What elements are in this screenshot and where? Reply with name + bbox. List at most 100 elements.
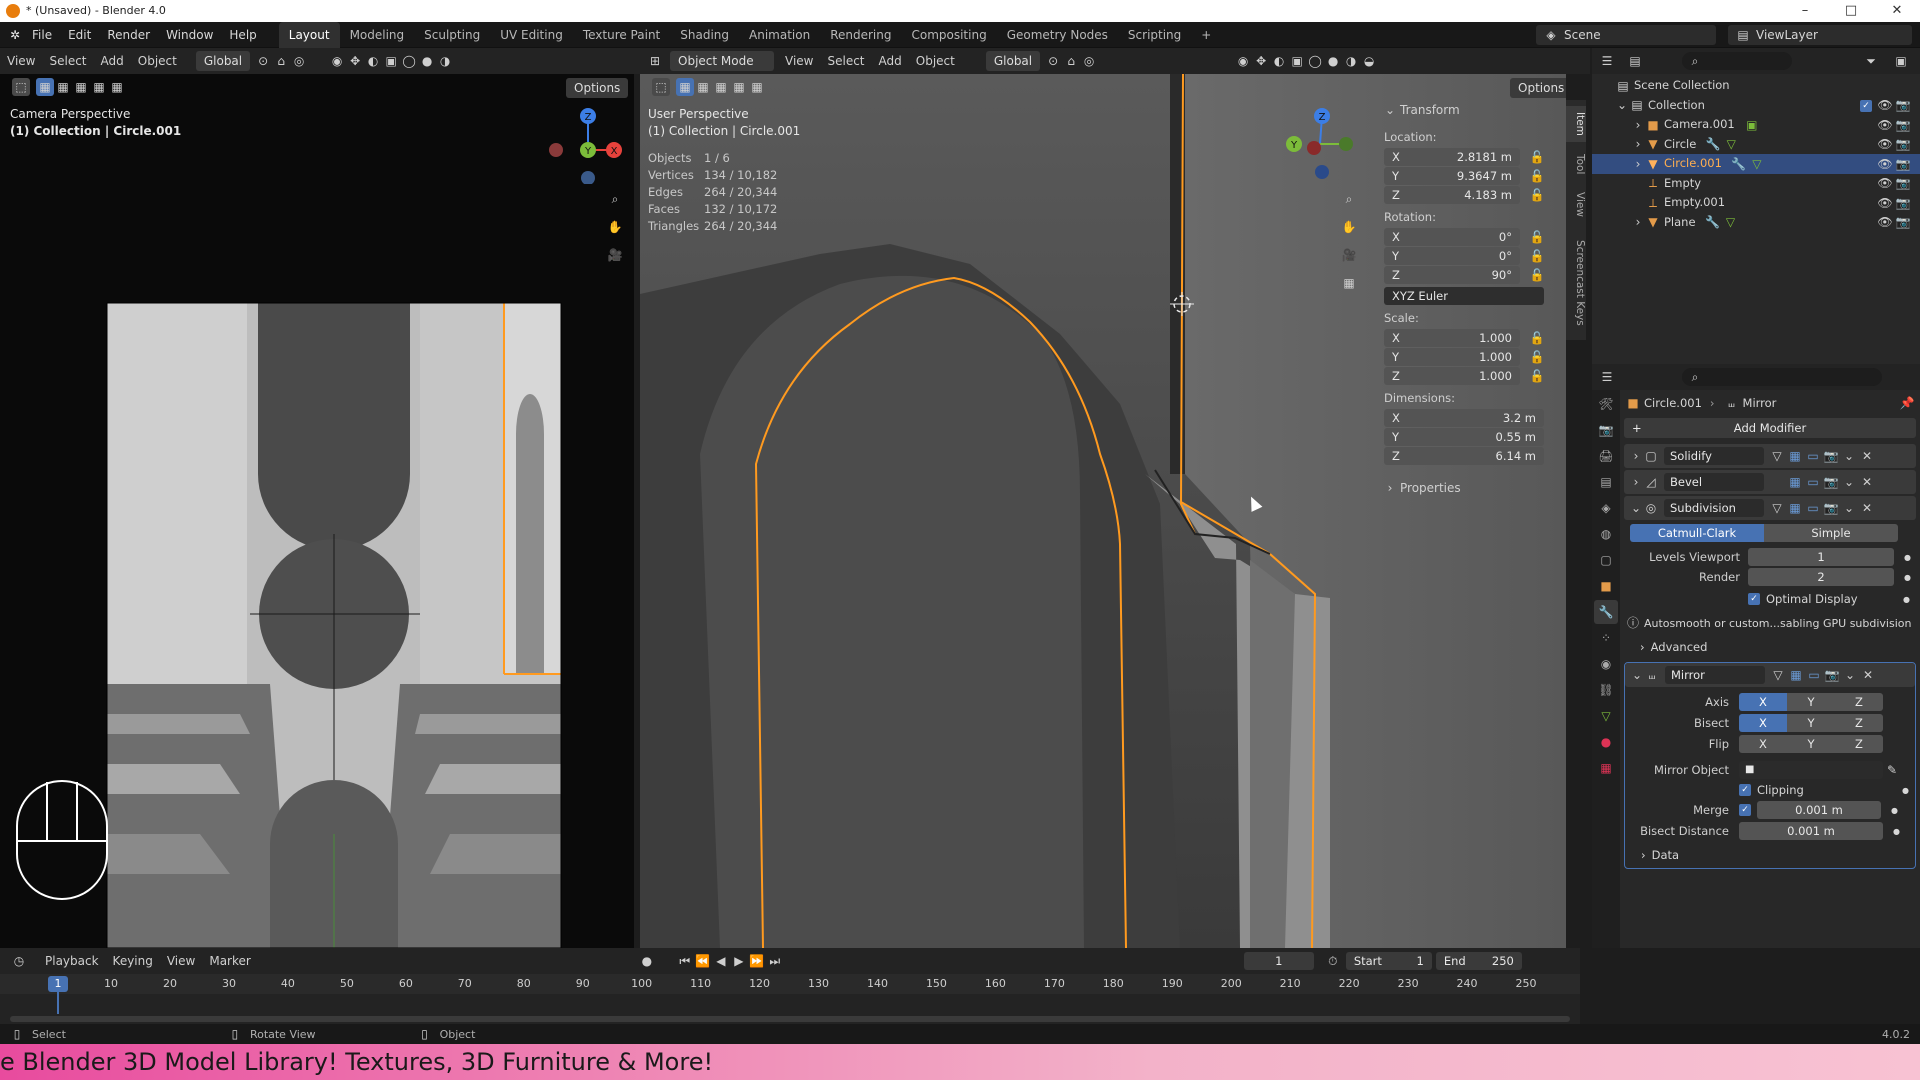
lock-icon[interactable]: 🔓 — [1528, 167, 1546, 185]
tab-sculpting[interactable]: Sculpting — [414, 22, 490, 48]
modifier-name-field[interactable]: Subdivision — [1664, 499, 1764, 517]
new-collection-icon[interactable]: ▣ — [1892, 52, 1910, 70]
left-viewport[interactable]: ⬚ ▦ ▦ ▦ ▦ ▦ Options Camera Perspective (… — [0, 74, 634, 948]
tab-geometry-nodes[interactable]: Geometry Nodes — [997, 22, 1118, 48]
bisect-z-toggle[interactable]: Z — [1835, 714, 1883, 732]
mid-select-box-icon[interactable]: ⬚ — [652, 78, 670, 96]
play-icon[interactable]: ▶ — [730, 952, 748, 970]
tab-layout[interactable]: Layout — [278, 21, 340, 48]
properties-search-field[interactable] — [1682, 368, 1882, 386]
timeline-menu-view[interactable]: View — [160, 948, 202, 974]
scene-selector[interactable]: ◈ Scene — [1536, 25, 1716, 45]
left-menu-view[interactable]: View — [0, 48, 42, 74]
bisect-y-toggle[interactable]: Y — [1787, 714, 1835, 732]
remove-modifier-icon[interactable]: ✕ — [1858, 447, 1876, 465]
keyframe-dot-icon[interactable]: ● — [1891, 806, 1898, 815]
expand-icon[interactable]: › — [1632, 155, 1644, 173]
mid-gizmo-icon[interactable]: ✥ — [1252, 52, 1270, 70]
data-section[interactable]: › Data — [1641, 848, 1915, 862]
outliner-item-circle[interactable]: › ▼ Circle 🔧 ▽ 👁 📷 — [1592, 135, 1920, 155]
camera-render-icon[interactable]: 📷 — [1894, 116, 1912, 134]
collection-checkbox[interactable]: ✓ — [1860, 99, 1872, 112]
remove-modifier-icon[interactable]: ✕ — [1858, 499, 1876, 517]
chevron-down-icon[interactable]: ⌄ — [1631, 666, 1643, 684]
scene-collection-row[interactable]: ▤ Scene Collection — [1592, 76, 1920, 96]
mid-solid-icon[interactable]: ● — [1324, 52, 1342, 70]
camera-view-icon[interactable]: 🎥 — [606, 246, 624, 264]
expand-icon[interactable]: › — [1632, 213, 1644, 231]
sidebar-tab-tool[interactable]: Tool — [1566, 148, 1586, 180]
edit-mode-icon[interactable]: ▽ — [1769, 666, 1787, 684]
dropdown-icon[interactable]: ⌄ — [1840, 473, 1858, 491]
tool-tab-icon[interactable]: 🛠 — [1594, 392, 1618, 416]
left-menu-select[interactable]: Select — [42, 48, 93, 74]
scene-tab-icon[interactable]: ◈ — [1594, 496, 1618, 520]
cage-icon[interactable]: ▦ — [1786, 447, 1804, 465]
sidebar-tab-item[interactable]: Item — [1566, 106, 1586, 142]
timeline-editor-icon[interactable]: ◷ — [10, 952, 28, 970]
add-modifier-button[interactable]: + Add Modifier — [1624, 418, 1916, 438]
auto-keying-icon[interactable]: ● — [638, 952, 656, 970]
optimal-display-checkbox[interactable]: ✓ — [1748, 593, 1760, 605]
chevron-right-icon[interactable]: › — [1630, 447, 1642, 465]
keyframe-dot-icon[interactable]: ● — [1903, 595, 1910, 604]
rotation-z-field[interactable]: Z 90° — [1384, 266, 1520, 284]
pin-icon[interactable]: 📌 — [1898, 394, 1916, 412]
outliner-item-empty-001[interactable]: ⟂ Empty.001 👁 📷 — [1592, 193, 1920, 213]
minimize-button[interactable]: – — [1782, 0, 1828, 22]
maximize-button[interactable]: □ — [1828, 0, 1874, 22]
snap-icon[interactable]: ⌂ — [272, 52, 290, 70]
mid-grid-icon[interactable]: ▦ — [1340, 274, 1358, 292]
current-frame-field[interactable]: 1 — [1243, 952, 1314, 970]
edit-mode-icon[interactable]: ▽ — [1768, 499, 1786, 517]
clipping-checkbox[interactable]: ✓ — [1739, 784, 1751, 796]
lock-icon[interactable]: 🔓 — [1528, 186, 1546, 204]
tab-modeling[interactable]: Modeling — [340, 22, 415, 48]
play-reverse-icon[interactable]: ◀ — [712, 952, 730, 970]
render-display-icon[interactable]: 📷 — [1822, 499, 1840, 517]
eye-icon[interactable]: 👁 — [1876, 174, 1894, 192]
mid-rendered-icon[interactable]: ◒ — [1360, 52, 1378, 70]
render-levels-field[interactable]: 2 — [1748, 568, 1894, 586]
sidebar-tab-view[interactable]: View — [1566, 186, 1586, 222]
output-tab-icon[interactable]: 🖨 — [1594, 444, 1618, 468]
flip-x-toggle[interactable]: X — [1739, 735, 1787, 753]
mid-camera-icon[interactable]: 🎥 — [1340, 246, 1358, 264]
mid-select-new-icon[interactable]: ▦ — [676, 78, 694, 96]
cage-icon[interactable]: ▦ — [1786, 499, 1804, 517]
location-z-field[interactable]: Z 4.183 m — [1384, 186, 1520, 204]
timeline-menu-keying[interactable]: Keying — [106, 948, 160, 974]
stopwatch-icon[interactable]: ⏱ — [1324, 952, 1342, 970]
clipping-row[interactable]: ✓ Clipping ● — [1739, 783, 1915, 797]
tab-animation[interactable]: Animation — [739, 22, 820, 48]
filter-icon[interactable]: ⏷ — [1862, 52, 1880, 70]
menu-render[interactable]: Render — [99, 22, 158, 48]
xray-icon[interactable]: ▣ — [382, 52, 400, 70]
mid-navigation-gizmo[interactable]: Z Y — [1280, 104, 1360, 184]
expand-icon[interactable]: › — [1632, 135, 1644, 153]
render-display-icon[interactable]: 📷 — [1822, 447, 1840, 465]
camera-render-icon[interactable]: 📷 — [1894, 135, 1912, 153]
keyframe-dot-icon[interactable]: ● — [1902, 786, 1909, 795]
mid-wireframe-icon[interactable]: ◯ — [1306, 52, 1324, 70]
viewport-display-icon[interactable]: ▭ — [1805, 666, 1823, 684]
expand-icon[interactable]: › — [1632, 116, 1644, 134]
mid-material-icon[interactable]: ◑ — [1342, 52, 1360, 70]
wireframe-shading-icon[interactable]: ◯ — [400, 52, 418, 70]
optimal-display-row[interactable]: ✓ Optimal Display ● — [1748, 592, 1916, 606]
axis-z-toggle[interactable]: Z — [1835, 693, 1883, 711]
next-keyframe-icon[interactable]: ⏩ — [748, 952, 766, 970]
camera-render-icon[interactable]: 📷 — [1894, 155, 1912, 173]
merge-checkbox[interactable]: ✓ — [1739, 804, 1751, 816]
blender-menu-icon[interactable]: ✲ — [6, 26, 24, 44]
constraints-tab-icon[interactable]: ⛓ — [1594, 678, 1618, 702]
close-button[interactable]: ✕ — [1874, 0, 1920, 22]
pan-hand-icon[interactable]: ✋ — [606, 218, 624, 236]
mode-dropdown[interactable]: Object Mode — [670, 51, 774, 71]
add-workspace-button[interactable]: + — [1191, 22, 1221, 48]
scale-z-field[interactable]: Z 1.000 — [1384, 367, 1520, 385]
scale-x-field[interactable]: X 1.000 — [1384, 329, 1520, 347]
scale-y-field[interactable]: Y 1.000 — [1384, 348, 1520, 366]
tab-scripting[interactable]: Scripting — [1118, 22, 1191, 48]
dropdown-icon[interactable]: ⌄ — [1840, 447, 1858, 465]
